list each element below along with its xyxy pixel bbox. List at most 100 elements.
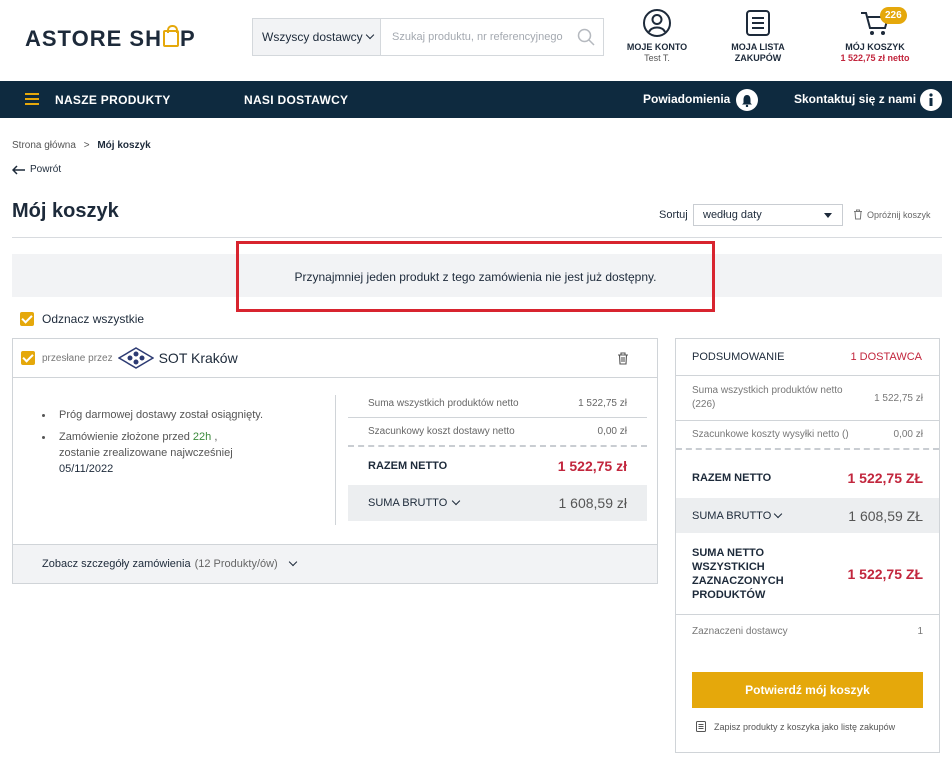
- summary-row: RAZEM NETTO 1 522,75 zł: [348, 447, 647, 485]
- empty-cart-button[interactable]: Opróżnij koszyk: [853, 209, 931, 220]
- alert-message: Przynajmniej jeden produkt z tego zamówi…: [294, 269, 657, 284]
- shopping-list-label-1: MOJA LISTA: [731, 42, 785, 52]
- chevron-down-icon: [774, 509, 783, 518]
- logo-text: ASTORE SH: [25, 26, 162, 51]
- trash-icon: [854, 209, 862, 220]
- chevron-down-icon: [365, 30, 374, 40]
- caret-down-icon: [824, 213, 832, 218]
- sort-select-value: według daty: [703, 209, 762, 221]
- user-icon: [643, 9, 671, 37]
- supplier-checkbox[interactable]: [21, 351, 35, 365]
- my-account-label: MOJE KONTO: [626, 42, 688, 52]
- chevron-down-icon: [288, 557, 297, 567]
- shipping-net-value: 0,00 zł: [597, 426, 627, 437]
- my-cart[interactable]: 226 MÓJ KOSZYK 1 522,75 zł netto: [830, 7, 920, 64]
- list-icon: [746, 10, 770, 36]
- total-net-label: RAZEM NETTO: [368, 460, 448, 472]
- breadcrumb: Strona główna > Mój koszyk: [12, 140, 151, 151]
- page-title: Mój koszyk: [12, 200, 119, 222]
- nav-our-products[interactable]: NASZE PRODUKTY: [55, 93, 171, 107]
- total-gross-label: SUMA BRUTTO: [692, 509, 772, 522]
- products-net-value: 1 522,75 zł: [578, 397, 627, 409]
- sort-select[interactable]: według daty: [693, 204, 843, 226]
- total-net-label: RAZEM NETTO: [692, 472, 772, 484]
- unavailable-product-alert: Przynajmniej jeden produkt z tego zamówi…: [236, 241, 715, 312]
- main-nav: NASZE PRODUKTY NASI DOSTAWCY Powiadomien…: [0, 81, 952, 118]
- summary-row: SUMA NETTO WSZYSTKICH ZAZNACZONYCH PRODU…: [676, 533, 939, 615]
- cart-total: 1 522,75 zł netto: [840, 53, 910, 63]
- cart-count-badge: 226: [880, 7, 907, 24]
- save-as-list-label: Zapisz produkty z koszyka jako listę zak…: [714, 721, 896, 732]
- back-label: Powrót: [30, 164, 62, 175]
- suppliers-count: 1 DOSTAWCA: [850, 351, 922, 363]
- supplier-name[interactable]: SOT Kraków: [159, 350, 238, 366]
- gross-total-toggle[interactable]: SUMA BRUTTO 1 608,59 ZŁ: [676, 498, 939, 533]
- delivery-text-a: Zamówienie złożone przed: [59, 431, 193, 443]
- summary-header: PODSUMOWANIE 1 DOSTAWCA: [676, 339, 939, 376]
- supplier-select-value: Wszyscy dostawcy: [262, 30, 363, 44]
- checkbox-checked-icon: [20, 312, 34, 326]
- menu-icon[interactable]: [25, 93, 39, 105]
- bell-icon[interactable]: [736, 89, 758, 111]
- chevron-down-icon: [452, 496, 461, 506]
- selected-suppliers-value: 1: [917, 625, 923, 637]
- confirm-cart-button[interactable]: Potwierdź mój koszyk: [692, 672, 923, 708]
- shipping-net-label: Szacunkowe koszty wysyłki netto (): [692, 429, 849, 440]
- total-net-value: 1 522,75 zł: [557, 458, 627, 474]
- shipping-net-value: 0,00 zł: [893, 429, 923, 440]
- free-shipping-info: Próg darmowej dostawy został osiągnięty.: [41, 407, 263, 423]
- select-all-checkbox[interactable]: Odznacz wszystkie: [20, 312, 144, 326]
- my-shopping-list[interactable]: MOJA LISTA ZAKUPÓW: [724, 8, 792, 64]
- delivery-text-b: ,: [211, 431, 218, 443]
- sent-by-label: przesłane przez: [42, 352, 113, 364]
- info-icon[interactable]: [920, 89, 942, 111]
- order-details-count: (12 Produkty/ów): [194, 558, 278, 570]
- summary-row: RAZEM NETTO 1 522,75 ZŁ: [676, 450, 939, 498]
- summary-row: Suma wszystkich produktów netto 1 522,75…: [348, 389, 647, 418]
- delivery-cutoff-hour: 22h: [192, 431, 212, 443]
- total-gross-value: 1 608,59 ZŁ: [848, 507, 923, 524]
- back-link[interactable]: Powrót: [12, 164, 61, 175]
- total-gross-value: 1 608,59 zł: [558, 495, 628, 511]
- search-input[interactable]: [381, 19, 569, 55]
- save-as-list-link[interactable]: Zapisz produkty z koszyka jako listę zak…: [696, 721, 895, 732]
- empty-cart-label: Opróżnij koszyk: [867, 209, 931, 220]
- logo[interactable]: ASTORE SH P: [25, 24, 196, 52]
- search-bar: Wszyscy dostawcy: [252, 18, 604, 56]
- my-cart-label: MÓJ KOSZYK: [845, 42, 905, 52]
- nav-our-suppliers[interactable]: NASI DOSTAWCY: [244, 93, 348, 107]
- shipping-net-label: Szacunkowy koszt dostawy netto: [368, 426, 515, 437]
- summary-row: Suma wszystkich produktów netto (226) 1 …: [676, 376, 939, 421]
- my-account[interactable]: MOJE KONTO Test T.: [624, 8, 690, 64]
- products-net-label: Suma wszystkich produktów netto (226): [692, 385, 843, 410]
- select-all-label: Odznacz wszystkie: [42, 312, 145, 326]
- delivery-date: 05/11/2022: [59, 463, 114, 475]
- nav-notifications[interactable]: Powiadomienia: [643, 92, 730, 106]
- trash-icon[interactable]: [617, 352, 629, 370]
- summary-row: Szacunkowy koszt dostawy netto 0,00 zł: [348, 418, 647, 447]
- products-net-label: Suma wszystkich produktów netto: [368, 397, 519, 409]
- summary-row: Zaznaczeni dostawcy 1: [676, 615, 939, 647]
- delivery-info: Zamówienie złożone przed 22h , zostanie …: [41, 429, 263, 477]
- total-gross-label: SUMA BRUTTO: [368, 497, 448, 509]
- supplier-select[interactable]: Wszyscy dostawcy: [253, 19, 381, 55]
- breadcrumb-home[interactable]: Strona główna: [12, 140, 76, 151]
- search-icon[interactable]: [569, 19, 603, 55]
- divider: [335, 395, 336, 525]
- products-net-value: 1 522,75 zł: [874, 392, 923, 404]
- supplier-card-header: przesłane przez SOT Kraków: [13, 339, 657, 378]
- order-details-toggle[interactable]: Zobacz szczegóły zamówienia (12 Produkty…: [13, 544, 657, 583]
- order-details-label: Zobacz szczegóły zamówienia: [42, 558, 191, 570]
- breadcrumb-current: Mój koszyk: [97, 140, 151, 151]
- selected-suppliers-label: Zaznaczeni dostawcy: [692, 625, 788, 637]
- selected-net-value: 1 522,75 ZŁ: [847, 565, 924, 582]
- gross-total-toggle[interactable]: SUMA BRUTTO 1 608,59 zł: [348, 485, 647, 521]
- account-user-name: Test T.: [644, 53, 670, 63]
- cart-summary-panel: PODSUMOWANIE 1 DOSTAWCA Suma wszystkich …: [675, 338, 940, 753]
- nav-contact[interactable]: Skontaktuj się z nami: [794, 92, 916, 106]
- arrow-left-icon: [12, 164, 25, 175]
- summary-row: Szacunkowe koszty wysyłki netto () 0,00 …: [676, 421, 939, 450]
- supplier-logo-icon: [117, 347, 154, 369]
- header: ASTORE SH P Wszyscy dostawcy MOJE KONTO T…: [0, 0, 952, 81]
- supplier-info: Próg darmowej dostawy został osiągnięty.…: [41, 407, 263, 483]
